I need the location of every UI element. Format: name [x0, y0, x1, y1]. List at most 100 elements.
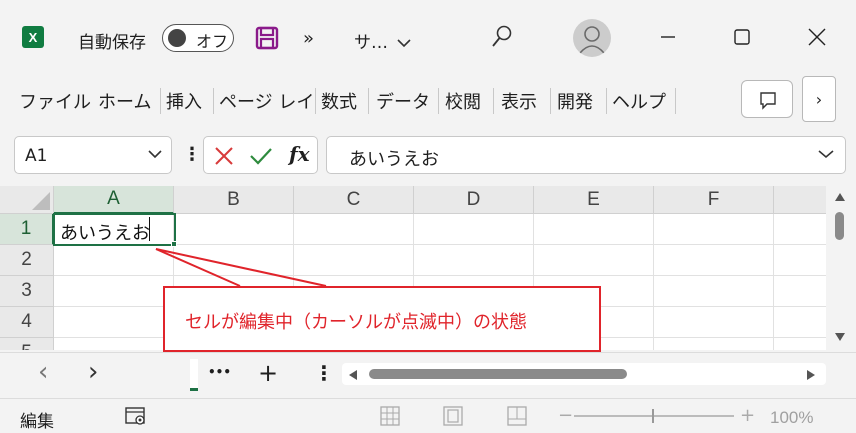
grid-cell[interactable]	[54, 307, 174, 338]
annotation-callout: セルが編集中（カーソルが点滅中）の状態	[163, 286, 601, 352]
grid-cell[interactable]	[774, 276, 834, 307]
grid-cell[interactable]	[534, 214, 654, 245]
grid-cell[interactable]	[654, 307, 774, 338]
chevron-down-icon[interactable]	[818, 149, 834, 159]
row-header-4[interactable]: 4	[0, 307, 54, 338]
autosave-label: 自動保存	[78, 33, 146, 53]
scroll-up-arrow-icon[interactable]	[834, 192, 846, 202]
zoom-slider[interactable]	[574, 409, 734, 423]
grid-cell[interactable]	[654, 214, 774, 245]
insert-function-button[interactable]: fx	[289, 142, 310, 166]
grid-cell[interactable]	[774, 307, 834, 338]
next-sheet-button[interactable]: ›	[88, 357, 98, 387]
search-icon[interactable]	[490, 24, 514, 50]
tab-data[interactable]: データ	[376, 88, 430, 114]
column-header-g[interactable]	[774, 186, 834, 214]
cell-a1-value: あいうえお	[60, 223, 150, 244]
zoom-slider-thumb[interactable]	[652, 409, 654, 423]
horizontal-scroll-thumb[interactable]	[369, 369, 627, 379]
page-break-view-icon[interactable]	[506, 405, 528, 427]
formula-bar-options[interactable]: ⋮	[183, 144, 201, 165]
cancel-x-icon[interactable]	[214, 146, 234, 166]
grid-cell[interactable]	[774, 214, 834, 245]
comments-button[interactable]	[741, 80, 793, 118]
sheet-tab[interactable]	[190, 359, 198, 391]
sheet-tab-bar: ‹ › ••• + ⋮	[0, 352, 856, 396]
grid-cell[interactable]	[294, 214, 414, 245]
title-bar: X 自動保存 オフ » サ…	[0, 0, 856, 80]
maximize-icon[interactable]	[729, 24, 755, 50]
normal-view-icon[interactable]	[379, 405, 401, 427]
column-header-b[interactable]: B	[174, 186, 294, 214]
scroll-down-arrow-icon[interactable]	[834, 332, 846, 342]
tab-separator	[368, 88, 369, 114]
vertical-scroll-thumb[interactable]	[835, 212, 844, 240]
zoom-out-button[interactable]: −	[558, 405, 573, 426]
tab-insert[interactable]: 挿入	[166, 88, 202, 114]
tab-developer[interactable]: 開発	[557, 88, 593, 114]
enter-check-icon[interactable]	[249, 146, 273, 166]
column-header-c[interactable]: C	[294, 186, 414, 214]
grid-cell[interactable]	[654, 245, 774, 276]
horizontal-scrollbar[interactable]	[342, 363, 826, 385]
sheet-options-button[interactable]: ⋮	[314, 361, 334, 385]
scroll-right-arrow-icon[interactable]	[806, 369, 816, 381]
column-header-e[interactable]: E	[534, 186, 654, 214]
row-header-3[interactable]: 3	[0, 276, 54, 307]
save-icon[interactable]	[255, 26, 279, 50]
toggle-knob	[168, 29, 186, 47]
ribbon-tabs: ファイル ホーム 挿入 ページ レイ 数式 データ 校閲 表示 開発 ヘルプ	[0, 82, 740, 120]
formula-input[interactable]: あいうえお	[326, 136, 846, 174]
grid-cell[interactable]	[774, 338, 834, 350]
vertical-scrollbar[interactable]	[826, 186, 856, 350]
qat-more-chevron[interactable]: »	[303, 28, 314, 49]
formula-buttons: fx	[203, 136, 318, 174]
autosave-state: オフ	[196, 32, 229, 51]
grid-cell[interactable]	[414, 214, 534, 245]
tab-formulas[interactable]: 数式	[321, 88, 357, 114]
select-all-corner[interactable]	[0, 186, 54, 214]
column-header-d[interactable]: D	[414, 186, 534, 214]
add-sheet-button[interactable]: +	[258, 359, 278, 387]
grid-cell[interactable]	[654, 276, 774, 307]
grid-cell[interactable]	[774, 245, 834, 276]
tab-separator	[550, 88, 551, 114]
tab-page-layout[interactable]: ページ レイ	[219, 88, 314, 114]
zoom-in-button[interactable]: +	[740, 405, 755, 426]
user-icon	[579, 26, 605, 54]
tab-file[interactable]: ファイル	[19, 88, 91, 114]
grid-cell[interactable]	[534, 245, 654, 276]
zoom-level[interactable]: 100%	[770, 408, 813, 428]
tab-separator	[438, 88, 439, 114]
more-sheets-button[interactable]: •••	[208, 365, 231, 379]
tab-help[interactable]: ヘルプ	[612, 88, 666, 114]
autosave-toggle[interactable]: オフ	[162, 24, 234, 52]
status-mode: 編集	[20, 412, 54, 432]
tab-review[interactable]: 校閲	[445, 88, 481, 114]
file-name-dropdown[interactable]: サ…	[354, 28, 411, 53]
accessibility-icon[interactable]	[124, 405, 148, 427]
minimize-icon[interactable]	[655, 24, 681, 50]
corner-triangle-icon	[32, 192, 50, 210]
grid-cell[interactable]	[414, 245, 534, 276]
tab-home[interactable]: ホーム	[98, 88, 151, 114]
scroll-left-arrow-icon[interactable]	[348, 369, 358, 381]
account-avatar[interactable]	[573, 19, 611, 57]
ribbon-expand-button[interactable]: ›	[802, 76, 836, 122]
chevron-down-icon[interactable]	[148, 149, 162, 159]
tab-view[interactable]: 表示	[501, 88, 537, 114]
grid-cell[interactable]	[174, 214, 294, 245]
grid-cell[interactable]	[654, 338, 774, 350]
formula-bar: A1 ⋮ fx あいうえお	[0, 132, 856, 178]
annotation-text: セルが編集中（カーソルが点滅中）の状態	[185, 312, 527, 333]
close-icon[interactable]	[804, 24, 830, 50]
name-box[interactable]: A1	[14, 136, 172, 174]
row-header-2[interactable]: 2	[0, 245, 54, 276]
column-header-f[interactable]: F	[654, 186, 774, 214]
column-header-a[interactable]: A	[54, 186, 174, 214]
page-layout-view-icon[interactable]	[442, 405, 464, 427]
prev-sheet-button[interactable]: ‹	[38, 357, 48, 387]
row-header-5[interactable]: 5	[0, 338, 54, 350]
grid-cell[interactable]	[54, 338, 174, 350]
row-header-1[interactable]: 1	[0, 214, 54, 245]
